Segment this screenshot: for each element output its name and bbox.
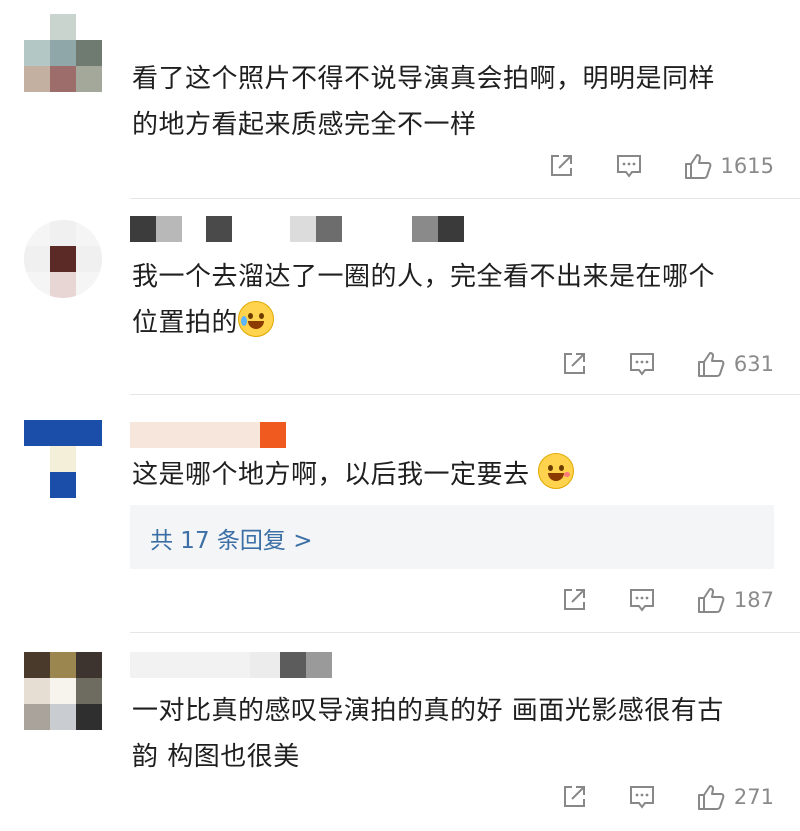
thumbs-up-icon — [697, 785, 725, 810]
username-blurred[interactable] — [130, 216, 464, 242]
avatar[interactable] — [24, 420, 102, 498]
share-button[interactable] — [547, 152, 575, 180]
like-button[interactable]: 271 — [696, 782, 774, 812]
comment-text: 看了这个照片不得不说导演真会拍啊，明明是同样 的地方看起来质感完全不一样 — [132, 64, 716, 140]
thumbs-up-icon — [697, 588, 725, 613]
avatar[interactable] — [24, 14, 102, 92]
comment-actions: 1615 — [547, 150, 774, 182]
divider — [130, 394, 800, 395]
like-count: 187 — [733, 588, 774, 612]
share-button[interactable] — [560, 350, 588, 378]
comment-actions: 271 — [560, 781, 774, 813]
avatar[interactable] — [24, 220, 102, 298]
comment-actions: 631 — [560, 348, 774, 380]
like-button[interactable]: 1615 — [683, 151, 774, 181]
comment-icon — [629, 353, 654, 376]
comment-actions: 187 — [560, 584, 774, 616]
thumbs-up-icon — [697, 352, 725, 377]
share-button[interactable] — [560, 586, 588, 614]
like-button[interactable]: 631 — [696, 349, 774, 379]
avatar[interactable] — [24, 652, 102, 730]
reply-thread-box[interactable]: 共 17 条回复 > — [130, 505, 774, 569]
username-blurred[interactable] — [130, 652, 332, 678]
comment-icon — [616, 155, 641, 178]
share-button[interactable] — [560, 783, 588, 811]
reply-button[interactable] — [628, 586, 656, 614]
comment-icon — [629, 589, 654, 612]
reply-button[interactable] — [628, 350, 656, 378]
comment-icon — [629, 786, 654, 809]
comment-text: 一对比真的感叹导演拍的真的好 画面光影感很有古 韵 构图也很美 — [132, 696, 724, 772]
view-replies-link[interactable]: 共 17 条回复 > — [150, 521, 312, 555]
thumbs-up-icon — [684, 154, 711, 179]
like-button[interactable]: 187 — [696, 585, 774, 615]
share-icon — [563, 786, 585, 807]
comment-text: 这是哪个地方啊，以后我一定要去 — [132, 452, 772, 498]
like-count: 271 — [733, 785, 774, 809]
like-count: 631 — [733, 352, 774, 376]
blushing-smile-emoji-icon — [538, 453, 575, 489]
like-count: 1615 — [720, 154, 774, 178]
reply-button[interactable] — [615, 152, 643, 180]
share-icon — [563, 589, 585, 610]
reply-button[interactable] — [628, 783, 656, 811]
laugh-cry-emoji-icon — [238, 301, 275, 337]
username-blurred[interactable] — [130, 422, 286, 448]
divider — [130, 198, 800, 199]
divider — [130, 632, 800, 633]
share-icon — [550, 155, 572, 176]
share-icon — [563, 353, 585, 374]
comment-text: 我一个去溜达了一圈的人，完全看不出来是在哪个 位置拍的 — [132, 262, 716, 338]
